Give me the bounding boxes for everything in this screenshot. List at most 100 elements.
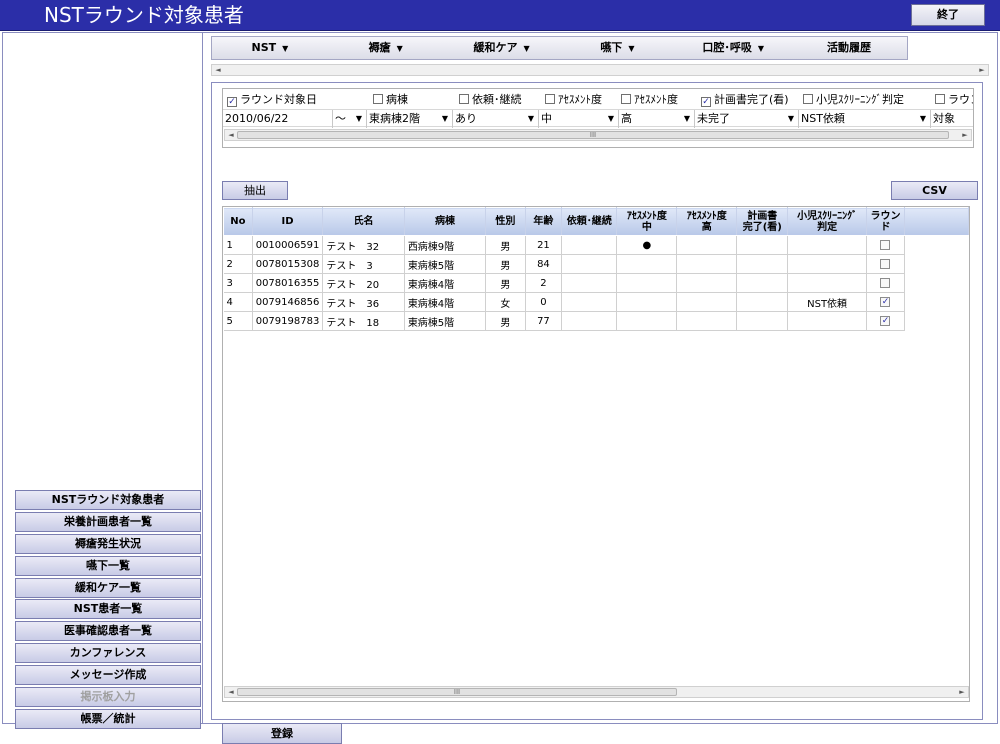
column-header-label: 計画書 xyxy=(747,210,778,222)
patient-grid: No ID 氏名 病棟 性別 年齢 依頼･継続 ｱｾｽﾒﾝﾄ度中ｱｾｽﾒﾝﾄ度高計画書 完了(看… xyxy=(222,206,970,702)
cell-request xyxy=(561,273,618,293)
checkbox[interactable] xyxy=(459,94,469,104)
scroll-thumb[interactable]: III xyxy=(237,688,677,696)
checkbox[interactable]: ✓ xyxy=(227,97,237,107)
column-header[interactable]: 氏名 xyxy=(322,207,405,236)
column-header[interactable]: 依頼･継続 xyxy=(561,207,618,236)
round-checkbox[interactable] xyxy=(880,239,891,250)
chevron-down-icon: ▼ xyxy=(919,114,926,123)
cell-name: テスト 20 xyxy=(322,273,405,293)
cell-empty xyxy=(905,293,969,312)
scroll-left-icon[interactable]: ◄ xyxy=(225,687,237,697)
scroll-right-icon[interactable]: ► xyxy=(956,687,968,697)
checkbox[interactable] xyxy=(935,94,945,104)
extract-button[interactable]: 抽出 xyxy=(222,181,288,200)
round-select[interactable]: 対象 xyxy=(931,110,973,128)
column-header-label: 判定 xyxy=(817,221,838,233)
column-header[interactable]: 小児ｽｸﾘｰﾆﾝｸﾞ 判定 xyxy=(787,207,867,236)
filter-label: 依頼･継続 xyxy=(472,93,522,106)
sidebar-item[interactable]: カンファレンス xyxy=(15,643,201,664)
pediatric-select[interactable]: NST依頼 ▼ xyxy=(799,110,931,128)
csv-button[interactable]: CSV xyxy=(891,181,978,200)
checkbox[interactable] xyxy=(373,94,383,104)
column-header[interactable]: 年齢 xyxy=(524,207,563,236)
filter-scrollbar[interactable]: ◄ III ► xyxy=(224,129,972,141)
table-row[interactable]: 2 0078015308 テスト 3 東病棟5階男 84 xyxy=(223,254,969,274)
filter-option[interactable]: ✓ 計画書完了(看) xyxy=(701,91,789,109)
round-checkbox[interactable] xyxy=(880,277,891,288)
column-header[interactable]: ｱｾｽﾒﾝﾄ度中 xyxy=(616,207,678,236)
sidebar-item[interactable]: 褥瘡発生状況 xyxy=(15,533,201,554)
filter-option[interactable]: 病棟 xyxy=(373,91,408,109)
sidebar-item[interactable]: NST患者一覧 xyxy=(15,599,201,620)
column-header[interactable]: ｱｾｽﾒﾝﾄ度高 xyxy=(676,207,738,236)
filter-option[interactable]: ラウン xyxy=(935,91,973,109)
menu-item[interactable]: 活動履歴 xyxy=(791,37,907,59)
scroll-right-icon[interactable]: ► xyxy=(959,130,971,140)
scroll-left-icon[interactable]: ◄ xyxy=(212,65,224,75)
menu-item[interactable]: 口腔･呼吸 ▼ xyxy=(675,37,791,59)
assessment-high-select[interactable]: 高 ▼ xyxy=(619,110,695,128)
column-header-label: 性別 xyxy=(495,216,516,227)
checkbox[interactable] xyxy=(545,94,555,104)
menu-item[interactable]: 嚥下 ▼ xyxy=(559,37,675,59)
filter-label: ラウン xyxy=(948,93,973,106)
table-row[interactable]: 4 0079146856 テスト 36 東病棟4階女 0 NST依頼 ✓ xyxy=(223,292,969,312)
table-header-row: No ID 氏名 病棟 性別 年齢 依頼･継続 ｱｾｽﾒﾝﾄ度中ｱｾｽﾒﾝﾄ度高計画書 完了(看… xyxy=(223,207,969,236)
cell-id: 0078015308 xyxy=(252,254,324,274)
sidebar-item[interactable]: 嚥下一覧 xyxy=(15,555,201,576)
cell-name: テスト 3 xyxy=(322,254,405,274)
column-header[interactable]: No xyxy=(223,207,253,236)
menu-label: 緩和ケア xyxy=(473,41,518,54)
cell-assess-high xyxy=(676,235,738,255)
top-scrollbar[interactable]: ◄ ► xyxy=(211,64,989,76)
sidebar-item[interactable]: 医事確認患者一覧 xyxy=(15,621,201,642)
plan-select[interactable]: 未完了 ▼ xyxy=(695,110,799,128)
menu-item[interactable]: 褥瘡 ▼ xyxy=(328,37,444,59)
filter-option[interactable]: ｱｾｽﾒﾝﾄ度 xyxy=(545,91,602,109)
exit-button[interactable]: 終了 xyxy=(911,4,985,26)
filter-option[interactable]: ｱｾｽﾒﾝﾄ度 xyxy=(621,91,678,109)
scroll-right-icon[interactable]: ► xyxy=(976,65,988,75)
register-button[interactable]: 登録 xyxy=(222,723,342,744)
cell-assess-high xyxy=(676,311,738,331)
column-header[interactable]: 病棟 xyxy=(403,207,487,236)
round-checkbox[interactable]: ✓ xyxy=(880,315,891,326)
checkbox[interactable] xyxy=(803,94,813,104)
date-input[interactable]: 2010/06/22 xyxy=(223,110,333,128)
scroll-thumb[interactable]: III xyxy=(237,131,949,139)
filter-option[interactable]: 小児ｽｸﾘｰﾆﾝｸﾞ判定 xyxy=(803,91,904,109)
column-header[interactable]: 計画書 完了(看) xyxy=(736,207,789,236)
ward-select[interactable]: 東病棟2階 ▼ xyxy=(367,110,453,128)
round-checkbox[interactable]: ✓ xyxy=(880,296,891,307)
sidebar-item[interactable]: 栄養計画患者一覧 xyxy=(15,511,201,532)
column-header-label: 完了(看) xyxy=(742,221,782,233)
cell-assess-high xyxy=(676,273,738,293)
table-row[interactable]: 3 0078016355 テスト 20 東病棟4階男 2 xyxy=(223,273,969,293)
menu-item[interactable]: 緩和ケア ▼ xyxy=(444,37,560,59)
scroll-left-icon[interactable]: ◄ xyxy=(225,130,237,140)
filter-option[interactable]: ✓ ラウンド対象日 xyxy=(227,91,317,109)
checkbox[interactable] xyxy=(621,94,631,104)
sidebar-item[interactable]: NSTラウンド対象患者 xyxy=(15,490,201,510)
date-input-value: 2010/06/22 xyxy=(225,112,289,125)
menu-item[interactable]: NST ▼ xyxy=(212,37,328,59)
range-select[interactable]: ～ ▼ xyxy=(333,110,367,128)
filter-option[interactable]: 依頼･継続 xyxy=(459,91,522,109)
column-header[interactable]: ID xyxy=(251,207,324,236)
assessment-mid-select[interactable]: 中 ▼ xyxy=(539,110,619,128)
column-header[interactable]: 性別 xyxy=(485,207,526,236)
request-select[interactable]: あり ▼ xyxy=(453,110,539,128)
column-header[interactable]: ラウンド xyxy=(865,207,906,236)
column-header-empty xyxy=(904,207,969,236)
sidebar-item[interactable]: メッセージ作成 xyxy=(15,665,201,686)
checkbox[interactable]: ✓ xyxy=(701,97,711,107)
filter-label: ラウンド対象日 xyxy=(240,93,317,106)
table-row[interactable]: 5 0079198783 テスト 18 東病棟5階男 77 ✓ xyxy=(223,311,969,331)
sidebar-item[interactable]: 緩和ケア一覧 xyxy=(15,577,201,598)
sidebar-item[interactable]: 帳票／統計 xyxy=(15,708,201,729)
table-row[interactable]: 1 0010006591 テスト 32 西病棟9階男 21 ● xyxy=(223,235,969,255)
grid-scrollbar[interactable]: ◄ III ► xyxy=(224,686,969,698)
round-checkbox[interactable] xyxy=(880,258,891,269)
cell-age: 2 xyxy=(525,273,563,293)
